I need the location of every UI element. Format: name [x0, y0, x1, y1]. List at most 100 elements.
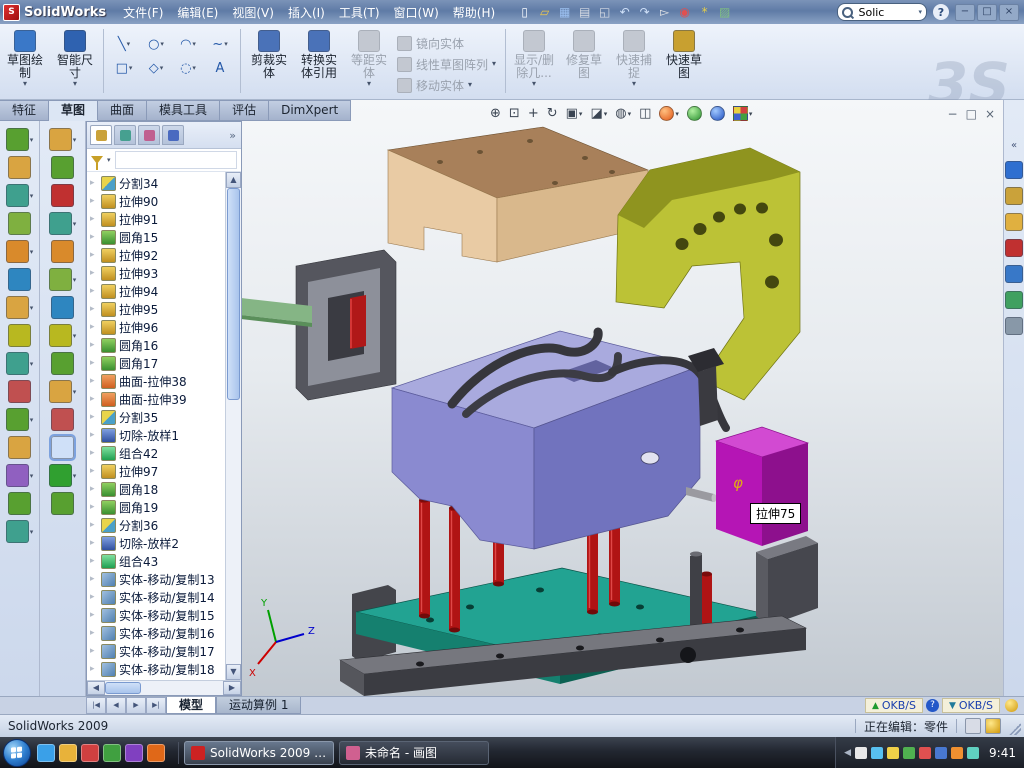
feature-tree-item[interactable]: ▸ 圆角17: [87, 354, 226, 372]
dropdown-arrow-icon[interactable]: ▾: [73, 136, 77, 144]
sketch-tool-icon[interactable]: [51, 352, 74, 375]
dropdown-arrow-icon[interactable]: ▾: [579, 110, 583, 118]
expand-arrow-icon[interactable]: ▸: [90, 646, 98, 656]
file-explorer-icon[interactable]: [1005, 213, 1023, 231]
show-hidden-icons[interactable]: ◀: [844, 748, 851, 758]
quicklaunch-icon[interactable]: [147, 744, 165, 762]
feature-tool-icon[interactable]: [8, 492, 31, 515]
dropdown-arrow-icon[interactable]: ▾: [30, 528, 34, 536]
expand-arrow-icon[interactable]: ▸: [90, 430, 98, 440]
model-tab[interactable]: 运动算例 1: [216, 697, 301, 714]
dropdown-arrow-icon[interactable]: ▾: [30, 136, 34, 144]
feature-tree-item[interactable]: ▸ 切除-放样1: [87, 426, 226, 444]
expand-arrow-icon[interactable]: ▸: [90, 412, 98, 422]
dropdown-arrow-icon[interactable]: ▾: [73, 332, 77, 340]
featuremanager-tab[interactable]: [90, 125, 112, 145]
dropdown-arrow-icon[interactable]: ▾: [604, 110, 608, 118]
expand-arrow-icon[interactable]: ▸: [90, 178, 98, 188]
dropdown-arrow-icon[interactable]: ▾: [30, 360, 34, 368]
feature-tool-icon[interactable]: [6, 520, 29, 543]
dropdown-arrow-icon[interactable]: ▾: [468, 81, 472, 89]
tray-icon[interactable]: [887, 747, 899, 759]
expand-arrow-icon[interactable]: ▸: [90, 610, 98, 620]
feature-tree-item[interactable]: ▸ 拉伸97: [87, 462, 226, 480]
dropdown-arrow-icon[interactable]: ▾: [749, 110, 753, 118]
new-document-icon[interactable]: ▯: [516, 4, 533, 21]
menu-item[interactable]: 文件(F): [116, 2, 170, 23]
feature-tool-icon[interactable]: [8, 268, 31, 291]
dropdown-arrow-icon[interactable]: ▾: [73, 220, 77, 228]
feature-tree-item[interactable]: ▸ 实体-移动/复制14: [87, 588, 226, 606]
expand-arrow-icon[interactable]: ▸: [90, 556, 98, 566]
display-style-icon[interactable]: ◪ ▾: [588, 106, 609, 122]
expand-arrow-icon[interactable]: ▸: [90, 394, 98, 404]
search-input[interactable]: [856, 5, 918, 20]
network-info-icon[interactable]: ?: [926, 699, 939, 712]
ribbon-button[interactable]: 快速草图 ▾: [659, 27, 709, 93]
arc-icon[interactable]: ◠ ▾: [173, 33, 203, 55]
ellipse-icon[interactable]: ◌ ▾: [173, 57, 203, 79]
rotate-view-icon[interactable]: ↻ ▾: [545, 106, 560, 122]
dropdown-arrow-icon[interactable]: ▾: [73, 388, 77, 396]
scroll-left-icon[interactable]: ◀: [87, 681, 105, 695]
tray-icon[interactable]: [951, 747, 963, 759]
overflow-chevron-icon[interactable]: »: [229, 129, 238, 142]
sketch-tool-icon[interactable]: [49, 268, 72, 291]
rectangle-icon[interactable]: □ ▾: [109, 57, 139, 79]
ribbon-button[interactable]: 转换实体引用 ▾: [294, 27, 344, 93]
dropdown-arrow-icon[interactable]: ▾: [492, 60, 496, 68]
menu-item[interactable]: 视图(V): [225, 2, 281, 23]
tray-icon[interactable]: [935, 747, 947, 759]
close-button[interactable]: ×: [999, 4, 1019, 21]
expand-arrow-icon[interactable]: ▸: [90, 358, 98, 368]
sketch-tool-icon[interactable]: [51, 408, 74, 431]
expand-arrow-icon[interactable]: ▸: [90, 520, 98, 530]
feature-tree-item[interactable]: ▸ 分割35: [87, 408, 226, 426]
tree-vertical-scrollbar[interactable]: ▲ ▼: [225, 172, 241, 680]
sketch-tool-icon[interactable]: [51, 240, 74, 263]
sketch-tool-icon[interactable]: [51, 184, 74, 207]
feature-tool-icon[interactable]: [6, 352, 29, 375]
dropdown-arrow-icon[interactable]: ▾: [30, 248, 34, 256]
feature-tool-icon[interactable]: [8, 324, 31, 347]
feature-tree-item[interactable]: ▸ 圆角16: [87, 336, 226, 354]
spline-tool-icon[interactable]: [49, 464, 72, 487]
tray-icon[interactable]: [871, 747, 883, 759]
feature-tree-item[interactable]: ▸ 圆角19: [87, 498, 226, 516]
expand-arrow-icon[interactable]: ▸: [90, 304, 98, 314]
feature-tree-item[interactable]: ▸ 切除-放样2: [87, 534, 226, 552]
tray-icon[interactable]: [919, 747, 931, 759]
expand-arrow-icon[interactable]: ▸: [90, 574, 98, 584]
menu-item[interactable]: 工具(T): [332, 2, 387, 23]
expand-arrow-icon[interactable]: ▸: [90, 340, 98, 350]
tray-icon[interactable]: [967, 747, 979, 759]
feature-tool-icon[interactable]: [8, 212, 31, 235]
search-box[interactable]: ▾: [837, 3, 927, 21]
open-folder-icon[interactable]: ▱: [536, 4, 553, 21]
sketch-tool-icon[interactable]: [51, 492, 74, 515]
dropdown-arrow-icon[interactable]: ▾: [23, 80, 27, 88]
doc-close-button[interactable]: ×: [985, 108, 995, 120]
commandmanager-tab[interactable]: 模具工具: [147, 100, 220, 121]
feature-tree-item[interactable]: ▸ 拉伸94: [87, 282, 226, 300]
doc-restore-button[interactable]: □: [966, 108, 977, 120]
feature-tool-icon[interactable]: [8, 380, 31, 403]
connection-status-icon[interactable]: [1005, 699, 1018, 712]
feature-tree-item[interactable]: ▸ 实体-移动/复制16: [87, 624, 226, 642]
expand-arrow-icon[interactable]: ▸: [90, 376, 98, 386]
scroll-up-icon[interactable]: ▲: [226, 172, 241, 188]
feature-tree-item[interactable]: ▸ 拉伸91: [87, 210, 226, 228]
feature-tool-icon[interactable]: [6, 128, 29, 151]
feature-tree-item[interactable]: ▸ 实体-移动/复制13: [87, 570, 226, 588]
dropdown-arrow-icon[interactable]: ▾: [73, 472, 77, 480]
dropdown-arrow-icon[interactable]: ▾: [532, 80, 536, 88]
expand-pane-icon[interactable]: «: [1011, 140, 1017, 151]
last-tab-icon[interactable]: ▶|: [146, 697, 166, 714]
dropdown-arrow-icon[interactable]: ▾: [73, 80, 77, 88]
start-button[interactable]: [3, 739, 31, 767]
expand-arrow-icon[interactable]: ▸: [90, 322, 98, 332]
sketch-tool-icon[interactable]: [51, 296, 74, 319]
lighting-icon[interactable]: ▾: [708, 105, 727, 122]
dropdown-arrow-icon[interactable]: ▾: [192, 40, 196, 48]
feature-tree-item[interactable]: ▸ 拉伸96: [87, 318, 226, 336]
